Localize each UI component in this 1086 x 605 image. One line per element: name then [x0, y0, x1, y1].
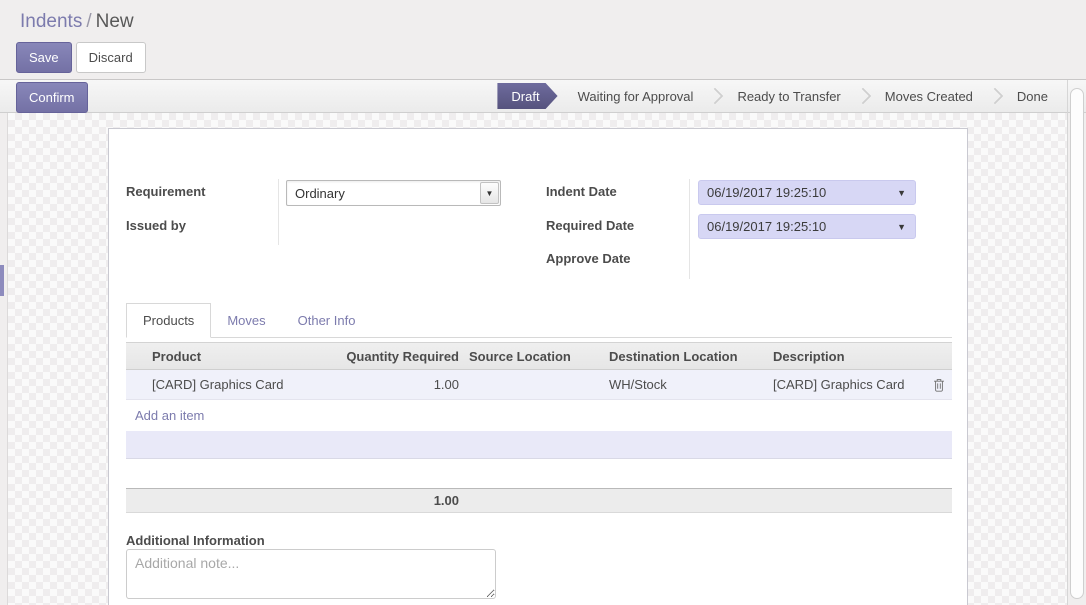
col-header-destination-location[interactable]: Destination Location — [603, 343, 767, 369]
trash-icon — [933, 378, 945, 392]
statusbar-step-moves-created[interactable]: Moves Created — [871, 89, 987, 104]
breadcrumb-current: New — [96, 11, 134, 32]
requirement-select-value: Ordinary — [287, 186, 480, 201]
approve-date-label: Approve Date — [546, 251, 631, 266]
tab-moves[interactable]: Moves — [211, 304, 281, 337]
products-table-header: Product Quantity Required Source Locatio… — [126, 342, 952, 370]
record-action-buttons: Save Discard — [16, 42, 146, 73]
chevron-right-icon — [986, 88, 1003, 105]
col-header-product[interactable]: Product — [146, 343, 318, 369]
scrollbar-track-divider — [1067, 80, 1068, 605]
statusbar-step-draft[interactable]: Draft — [497, 83, 557, 109]
requirement-label: Requirement — [126, 184, 205, 199]
field-separator-line — [689, 179, 690, 279]
notebook-tabs: Products Moves Other Info — [126, 304, 952, 338]
select-dropdown-icon: ▼ — [480, 182, 499, 204]
calendar-dropdown-icon: ▼ — [897, 222, 915, 232]
cell-quantity[interactable]: 1.00 — [318, 370, 463, 399]
breadcrumb-indents-link[interactable]: Indents — [20, 11, 82, 32]
table-row[interactable]: [CARD] Graphics Card 1.00 WH/Stock [CARD… — [126, 370, 952, 400]
row-handle-column — [126, 343, 146, 369]
chevron-right-icon — [707, 88, 724, 105]
additional-note-textarea[interactable] — [126, 549, 496, 599]
statusbar-step-waiting-for-approval[interactable]: Waiting for Approval — [564, 89, 708, 104]
quantity-total-row: 1.00 — [126, 488, 952, 513]
row-handle — [126, 370, 146, 399]
add-an-item-link[interactable]: Add an item — [126, 408, 204, 423]
issued-by-label: Issued by — [126, 218, 186, 233]
top-header: Indents/New Save Discard — [0, 0, 1086, 80]
odoo-form-screen: Indents/New Save Discard Confirm Draft W… — [0, 0, 1086, 605]
add-item-row: Add an item — [126, 400, 952, 430]
confirm-button[interactable]: Confirm — [16, 82, 88, 113]
quantity-total-value: 1.00 — [126, 489, 463, 512]
cell-description[interactable]: [CARD] Graphics Card — [767, 370, 927, 399]
chevron-right-icon — [854, 88, 871, 105]
additional-information-label: Additional Information — [126, 533, 265, 548]
col-header-source-location[interactable]: Source Location — [463, 343, 603, 369]
empty-new-row[interactable] — [126, 431, 952, 459]
indent-date-value: 06/19/2017 19:25:10 — [699, 185, 897, 200]
form-work-area: Requirement Issued by Ordinary ▼ Indent … — [8, 113, 1068, 605]
cell-source-location[interactable] — [463, 370, 603, 399]
form-sheet: Requirement Issued by Ordinary ▼ Indent … — [108, 128, 968, 605]
edge-accent-purple — [0, 265, 4, 296]
products-table: Product Quantity Required Source Locatio… — [126, 342, 952, 430]
delete-row-button[interactable] — [927, 370, 951, 399]
col-header-description[interactable]: Description — [767, 343, 927, 369]
statusbar: Draft Waiting for Approval Ready to Tran… — [497, 80, 1062, 112]
discard-button[interactable]: Discard — [76, 42, 146, 73]
tab-other-info[interactable]: Other Info — [282, 304, 372, 337]
field-separator-line — [278, 179, 279, 245]
approve-date-field[interactable] — [698, 247, 916, 269]
delete-column — [927, 343, 951, 369]
statusbar-step-done[interactable]: Done — [1003, 89, 1062, 104]
required-date-field[interactable]: 06/19/2017 19:25:10 ▼ — [698, 214, 916, 239]
vertical-scrollbar-thumb[interactable] — [1070, 88, 1084, 599]
indent-date-field[interactable]: 06/19/2017 19:25:10 ▼ — [698, 180, 916, 205]
calendar-dropdown-icon: ▼ — [897, 188, 915, 198]
col-header-quantity-required[interactable]: Quantity Required — [318, 343, 463, 369]
cell-destination-location[interactable]: WH/Stock — [603, 370, 767, 399]
cell-product[interactable]: [CARD] Graphics Card — [146, 370, 318, 399]
breadcrumb: Indents/New — [20, 11, 134, 33]
issued-by-field[interactable] — [286, 215, 501, 237]
statusbar-step-ready-to-transfer[interactable]: Ready to Transfer — [723, 89, 854, 104]
tab-products[interactable]: Products — [126, 303, 211, 338]
required-date-label: Required Date — [546, 218, 634, 233]
control-bar: Confirm Draft Waiting for Approval Ready… — [0, 80, 1086, 113]
save-button[interactable]: Save — [16, 42, 72, 73]
indent-date-label: Indent Date — [546, 184, 617, 199]
required-date-value: 06/19/2017 19:25:10 — [699, 219, 897, 234]
breadcrumb-separator: / — [82, 11, 95, 32]
requirement-select[interactable]: Ordinary ▼ — [286, 180, 501, 206]
